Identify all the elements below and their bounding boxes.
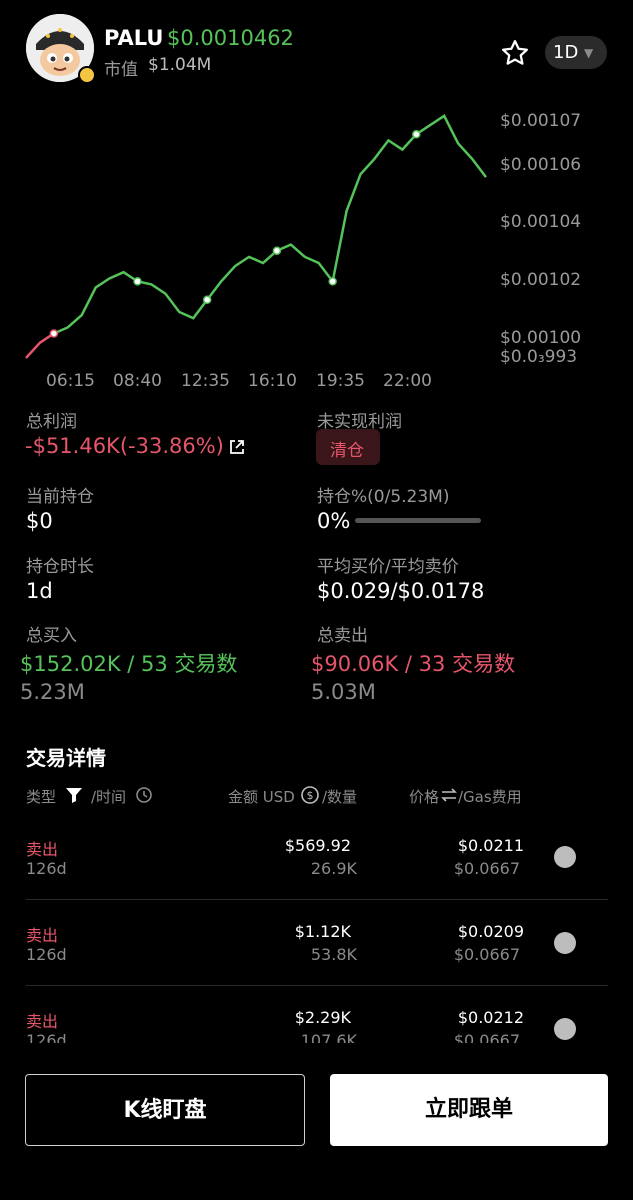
trade-gas: $0.0667	[453, 859, 520, 878]
trade-price: $0.0211	[457, 836, 524, 855]
col-amount-label: 金额 USD	[228, 788, 295, 806]
trade-age: 126d	[26, 945, 67, 964]
timeframe-value: 1D	[553, 42, 579, 63]
trade-type: 卖出	[26, 926, 59, 945]
trade-details-title: 交易详情	[26, 746, 106, 770]
total-sell-qty: 5.03M	[311, 680, 376, 704]
price-line-down	[25, 332, 55, 359]
favorite-button[interactable]	[500, 38, 530, 68]
caret-down-icon: ▼	[584, 46, 594, 60]
trade-gas: $0.0667	[453, 945, 520, 964]
trade-age: 126d	[26, 859, 67, 878]
token-name: PALU	[104, 26, 164, 50]
y-tick: $0.00102	[500, 270, 582, 290]
x-tick: 16:10	[248, 371, 297, 391]
holding-pct-value: 0%	[317, 509, 351, 533]
y-tick: $0.00100	[500, 328, 582, 348]
holding-pct-bar	[355, 518, 481, 523]
y-tick: $0.00104	[500, 212, 582, 232]
currency-toggle-icon[interactable]: $	[300, 785, 320, 809]
total-sell-value: $90.06K / 33 交易数	[311, 652, 516, 676]
price-line-up	[53, 114, 487, 335]
trade-amount: $569.92	[284, 836, 351, 855]
scroll-fade	[0, 1043, 633, 1063]
trade-price: $0.0212	[457, 1008, 524, 1027]
market-cap-value: $1.04M	[148, 55, 212, 75]
trade-amount: $2.29K	[294, 1008, 351, 1027]
avg-price-value: $0.029/$0.0178	[317, 579, 485, 603]
clock-icon[interactable]	[135, 786, 153, 808]
holding-value: $0	[26, 509, 53, 533]
kline-watch-label: K线盯盘	[123, 1098, 207, 1123]
star-icon	[502, 40, 528, 65]
col-time-label: /时间	[91, 788, 127, 806]
total-buy-qty: 5.23M	[20, 680, 85, 704]
col-price-label: 价格	[409, 788, 440, 806]
duration-label: 持仓时长	[26, 557, 94, 577]
copy-trade-label: 立即跟单	[424, 1097, 513, 1122]
external-link-icon[interactable]	[229, 439, 245, 455]
total-buy-value: $152.02K / 53 交易数	[20, 652, 238, 676]
trade-chart-icon[interactable]	[554, 932, 576, 954]
trade-price: $0.0209	[457, 922, 524, 941]
trade-marker[interactable]	[133, 277, 142, 286]
x-tick: 06:15	[46, 371, 95, 391]
trade-marker[interactable]	[49, 329, 59, 338]
y-tick: $0.0₃993	[500, 347, 578, 367]
clear-position-label: 清仓	[330, 441, 364, 461]
trade-marker[interactable]	[272, 246, 282, 255]
total-profit-value: -$51.46K(-33.86%)	[25, 434, 224, 458]
x-tick: 12:35	[181, 371, 230, 391]
svg-text:$: $	[307, 789, 314, 802]
trade-marker[interactable]	[202, 295, 212, 305]
kline-watch-button[interactable]: K线盯盘	[25, 1074, 305, 1146]
trade-marker[interactable]	[328, 277, 337, 286]
x-tick: 08:40	[113, 371, 162, 391]
market-cap-label: 市值	[104, 60, 138, 80]
trade-amount: $1.12K	[294, 922, 351, 941]
trade-qty: 53.8K	[310, 945, 357, 964]
y-tick: $0.00107	[500, 111, 582, 131]
trade-type: 卖出	[26, 1012, 59, 1031]
x-tick: 19:35	[316, 371, 365, 391]
duration-value: 1d	[26, 579, 53, 603]
x-tick: 22:00	[383, 371, 432, 391]
copy-trade-button[interactable]: 立即跟单	[330, 1074, 608, 1146]
holding-label: 当前持仓	[26, 487, 94, 507]
row-divider	[26, 985, 608, 986]
holding-pct-label: 持仓%(0/5.23M)	[317, 487, 450, 507]
row-divider	[26, 899, 608, 900]
swap-arrows-icon[interactable]	[440, 787, 458, 807]
trade-chart-icon[interactable]	[554, 846, 576, 868]
col-gas-label: /Gas费用	[458, 788, 522, 806]
trade-marker[interactable]	[412, 130, 421, 139]
total-sell-label: 总卖出	[317, 626, 368, 646]
token-price: $0.0010462	[167, 26, 294, 50]
filter-icon[interactable]	[65, 787, 83, 807]
col-qty-label: /数量	[322, 788, 358, 806]
y-tick: $0.00106	[500, 155, 582, 175]
total-profit-label: 总利润	[26, 412, 77, 432]
total-buy-label: 总买入	[26, 626, 77, 646]
col-type-label: 类型	[26, 788, 57, 806]
trade-qty: 26.9K	[310, 859, 357, 878]
avg-price-label: 平均买价/平均卖价	[317, 557, 459, 577]
verified-badge-icon	[78, 66, 96, 84]
trade-chart-icon[interactable]	[554, 1018, 576, 1040]
trade-type: 卖出	[26, 840, 59, 859]
